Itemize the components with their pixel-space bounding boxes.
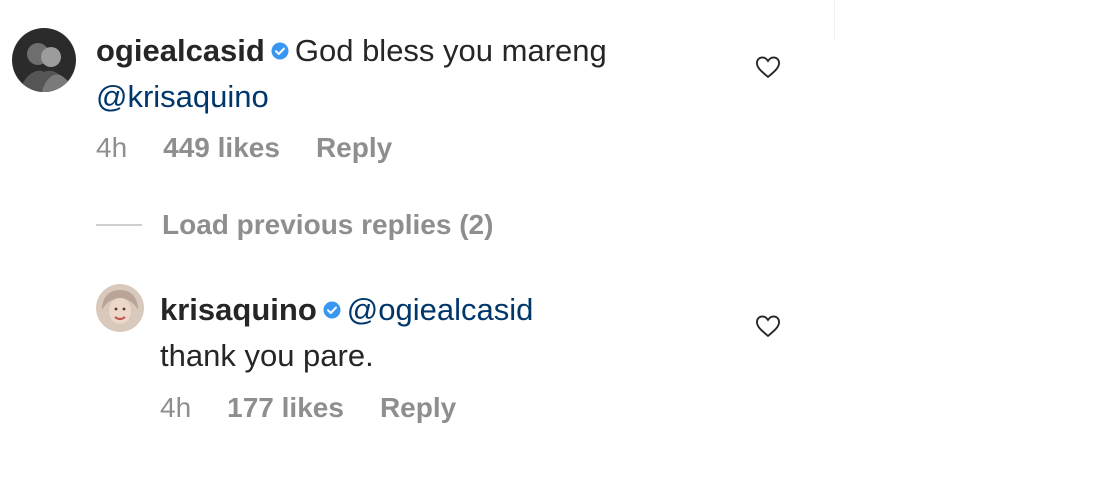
- avatar-photo: [96, 284, 144, 332]
- heart-outline-icon[interactable]: [754, 53, 782, 81]
- reply-button[interactable]: Reply: [380, 392, 456, 424]
- load-previous-label: Load previous replies (2): [162, 209, 494, 240]
- heart-outline-icon[interactable]: [754, 312, 782, 340]
- comment-text: thank you pare.: [160, 338, 374, 373]
- timestamp: 4h: [160, 392, 192, 423]
- timestamp: 4h: [96, 132, 128, 163]
- verified-badge-icon: [271, 42, 289, 60]
- comment-body: ogiealcasid God bless you mareng @krisaqu…: [96, 28, 607, 120]
- verified-badge-icon: [323, 301, 341, 319]
- avatar-photo: [12, 28, 76, 92]
- comment-meta: 4h 449 likes Reply: [96, 132, 392, 164]
- divider: [834, 0, 835, 40]
- mention-link[interactable]: @krisaquino: [96, 79, 269, 114]
- load-previous-replies[interactable]: Load previous replies (2): [96, 209, 493, 241]
- comment-meta: 4h 177 likes Reply: [160, 392, 456, 424]
- username[interactable]: krisaquino: [160, 292, 317, 327]
- likes-count[interactable]: 177 likes: [227, 392, 344, 424]
- avatar[interactable]: [12, 28, 76, 92]
- avatar[interactable]: [96, 284, 144, 332]
- likes-count[interactable]: 449 likes: [163, 132, 280, 164]
- comment-text: God bless you mareng: [294, 33, 607, 68]
- reply-button[interactable]: Reply: [316, 132, 392, 164]
- comment-body: krisaquino @ogiealcasid thank you pare.: [160, 287, 533, 379]
- username[interactable]: ogiealcasid: [96, 33, 265, 68]
- replies-divider: [96, 224, 142, 226]
- mention-link[interactable]: @ogiealcasid: [347, 292, 534, 327]
